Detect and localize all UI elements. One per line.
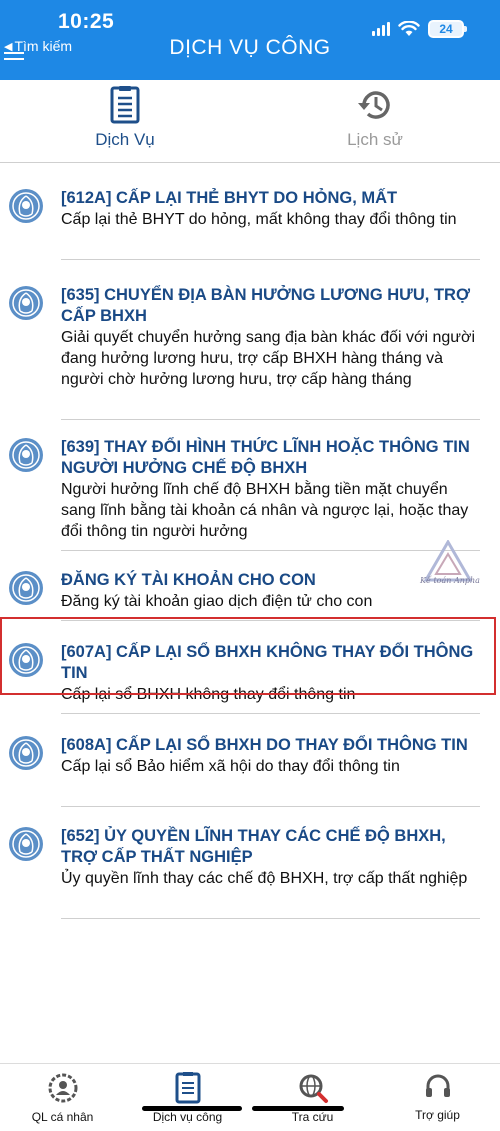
service-title: [652] ỦY QUYỀN LĨNH THAY CÁC CHẾ ĐỘ BHXH… — [61, 827, 446, 866]
divider — [61, 918, 480, 919]
service-text: [612A] CẤP LẠI THẺ BHYT DO HỎNG, MẤT Cấp … — [61, 188, 480, 230]
tab-bar: Dịch Vụ Lịch sử — [0, 80, 500, 163]
bhxh-logo-icon — [8, 188, 44, 224]
bhxh-logo-icon — [8, 570, 44, 606]
divider — [61, 419, 480, 420]
nav-help[interactable]: Trợ giúp — [375, 1064, 500, 1131]
header-bar: 10:25 24 ◀ Tìm kiếm DỊCH VỤ CÔNG — [0, 0, 500, 80]
bhxh-logo-icon — [8, 826, 44, 862]
status-time: 10:25 — [58, 10, 115, 33]
service-description: Giải quyết chuyển hưởng sang địa bàn khá… — [61, 329, 476, 388]
document-list-icon — [175, 1072, 200, 1104]
history-icon — [358, 91, 390, 119]
bhxh-logo-icon — [8, 735, 44, 771]
document-list-icon — [110, 86, 140, 124]
watermark-logo — [423, 540, 473, 582]
tab-history[interactable]: Lịch sử — [250, 80, 500, 162]
nav-public-services-label: Dịch vụ công — [152, 1110, 223, 1124]
nav-help-label: Trợ giúp — [415, 1108, 460, 1122]
service-description: Cấp lại sổ Bảo hiểm xã hội do thay đổi t… — [61, 758, 400, 775]
service-title: [639] THAY ĐỔI HÌNH THỨC LĨNH HOẶC THÔNG… — [61, 438, 470, 477]
tab-history-label: Lịch sử — [347, 130, 403, 149]
service-title: [608A] CẤP LẠI SỔ BHXH DO THAY ĐỔI THÔNG… — [61, 736, 468, 754]
nav-profile[interactable]: QL cá nhân — [0, 1064, 125, 1131]
service-title: [612A] CẤP LẠI THẺ BHYT DO HỎNG, MẤT — [61, 189, 398, 207]
nav-lookup-label: Tra cứu — [291, 1110, 334, 1124]
service-text: [608A] CẤP LẠI SỔ BHXH DO THAY ĐỔI THÔNG… — [61, 735, 480, 777]
bottom-nav: QL cá nhân Dịch vụ công Tra cứu Trợ giúp — [0, 1063, 500, 1131]
service-title: [635] CHUYỂN ĐỊA BÀN HƯỞNG LƯƠNG HƯU, TR… — [61, 286, 471, 325]
wifi-icon — [398, 21, 420, 36]
service-text: [639] THAY ĐỔI HÌNH THỨC LĨNH HOẶC THÔNG… — [61, 437, 480, 542]
bhxh-logo-icon — [8, 437, 44, 473]
headset-icon — [425, 1074, 450, 1097]
service-description: Cấp lại thẻ BHYT do hỏng, mất không thay… — [61, 211, 457, 228]
divider — [61, 806, 480, 807]
highlight-box — [0, 617, 496, 695]
divider — [61, 713, 480, 714]
service-description: Người hưởng lĩnh chế độ BHXH bằng tiền m… — [61, 481, 469, 540]
page-title: DỊCH VỤ CÔNG — [169, 36, 331, 59]
watermark-text: Kế toán Anpha — [420, 576, 480, 585]
bhxh-logo-icon — [8, 285, 44, 321]
tab-services[interactable]: Dịch Vụ — [0, 80, 250, 162]
nav-lookup[interactable]: Tra cứu — [250, 1064, 375, 1131]
signal-icon — [372, 22, 390, 36]
home-indicator-left — [142, 1106, 242, 1111]
nav-profile-label: QL cá nhân — [31, 1110, 94, 1124]
service-description: Ủy quyền lĩnh thay các chế độ BHXH, trợ … — [61, 870, 468, 887]
tab-services-label: Dịch Vụ — [95, 130, 155, 149]
divider — [61, 259, 480, 260]
home-indicator-right — [252, 1106, 344, 1111]
profile-gear-icon — [48, 1073, 77, 1103]
nav-public-services[interactable]: Dịch vụ công — [125, 1064, 250, 1131]
search-globe-icon — [299, 1074, 328, 1103]
service-text: [652] ỦY QUYỀN LĨNH THAY CÁC CHẾ ĐỘ BHXH… — [61, 826, 480, 889]
service-text: [635] CHUYỂN ĐỊA BÀN HƯỞNG LƯƠNG HƯU, TR… — [61, 285, 480, 390]
